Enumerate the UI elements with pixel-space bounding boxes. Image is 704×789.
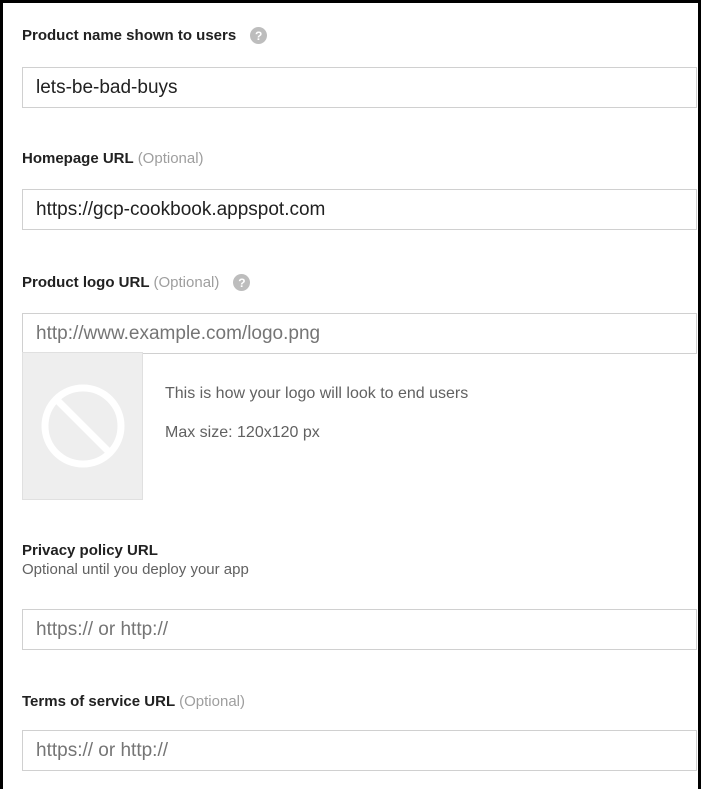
logo-preview xyxy=(22,352,143,500)
terms-label-row: Terms of service URL (Optional) xyxy=(22,693,245,710)
optional-tag: (Optional) xyxy=(137,150,204,167)
homepage-label: Homepage URL xyxy=(22,150,134,167)
logo-url-label: Product logo URL xyxy=(22,274,150,291)
privacy-label-row: Privacy policy URL Optional until you de… xyxy=(22,542,249,578)
help-icon[interactable]: ? xyxy=(233,274,251,291)
logo-url-input[interactable] xyxy=(22,313,697,354)
homepage-url-input[interactable] xyxy=(22,189,697,230)
help-icon[interactable]: ? xyxy=(250,27,268,44)
homepage-label-row: Homepage URL (Optional) xyxy=(22,150,204,167)
product-name-label-row: Product name shown to users ? xyxy=(22,27,268,44)
terms-url-input[interactable] xyxy=(22,730,697,771)
logo-label-row: Product logo URL (Optional) ? xyxy=(22,274,251,291)
privacy-url-input[interactable] xyxy=(22,609,697,650)
no-image-icon xyxy=(41,384,124,468)
product-name-label: Product name shown to users xyxy=(22,27,237,44)
logo-preview-caption: This is how your logo will look to end u… xyxy=(165,385,469,402)
optional-tag: (Optional) xyxy=(153,274,220,291)
terms-label: Terms of service URL xyxy=(22,693,176,710)
optional-tag: (Optional) xyxy=(179,693,245,710)
privacy-subtext: Optional until you deploy your app xyxy=(22,561,249,578)
product-name-input[interactable] xyxy=(22,67,697,108)
privacy-label: Privacy policy URL xyxy=(22,542,158,559)
logo-max-size: Max size: 120x120 px xyxy=(165,424,320,441)
